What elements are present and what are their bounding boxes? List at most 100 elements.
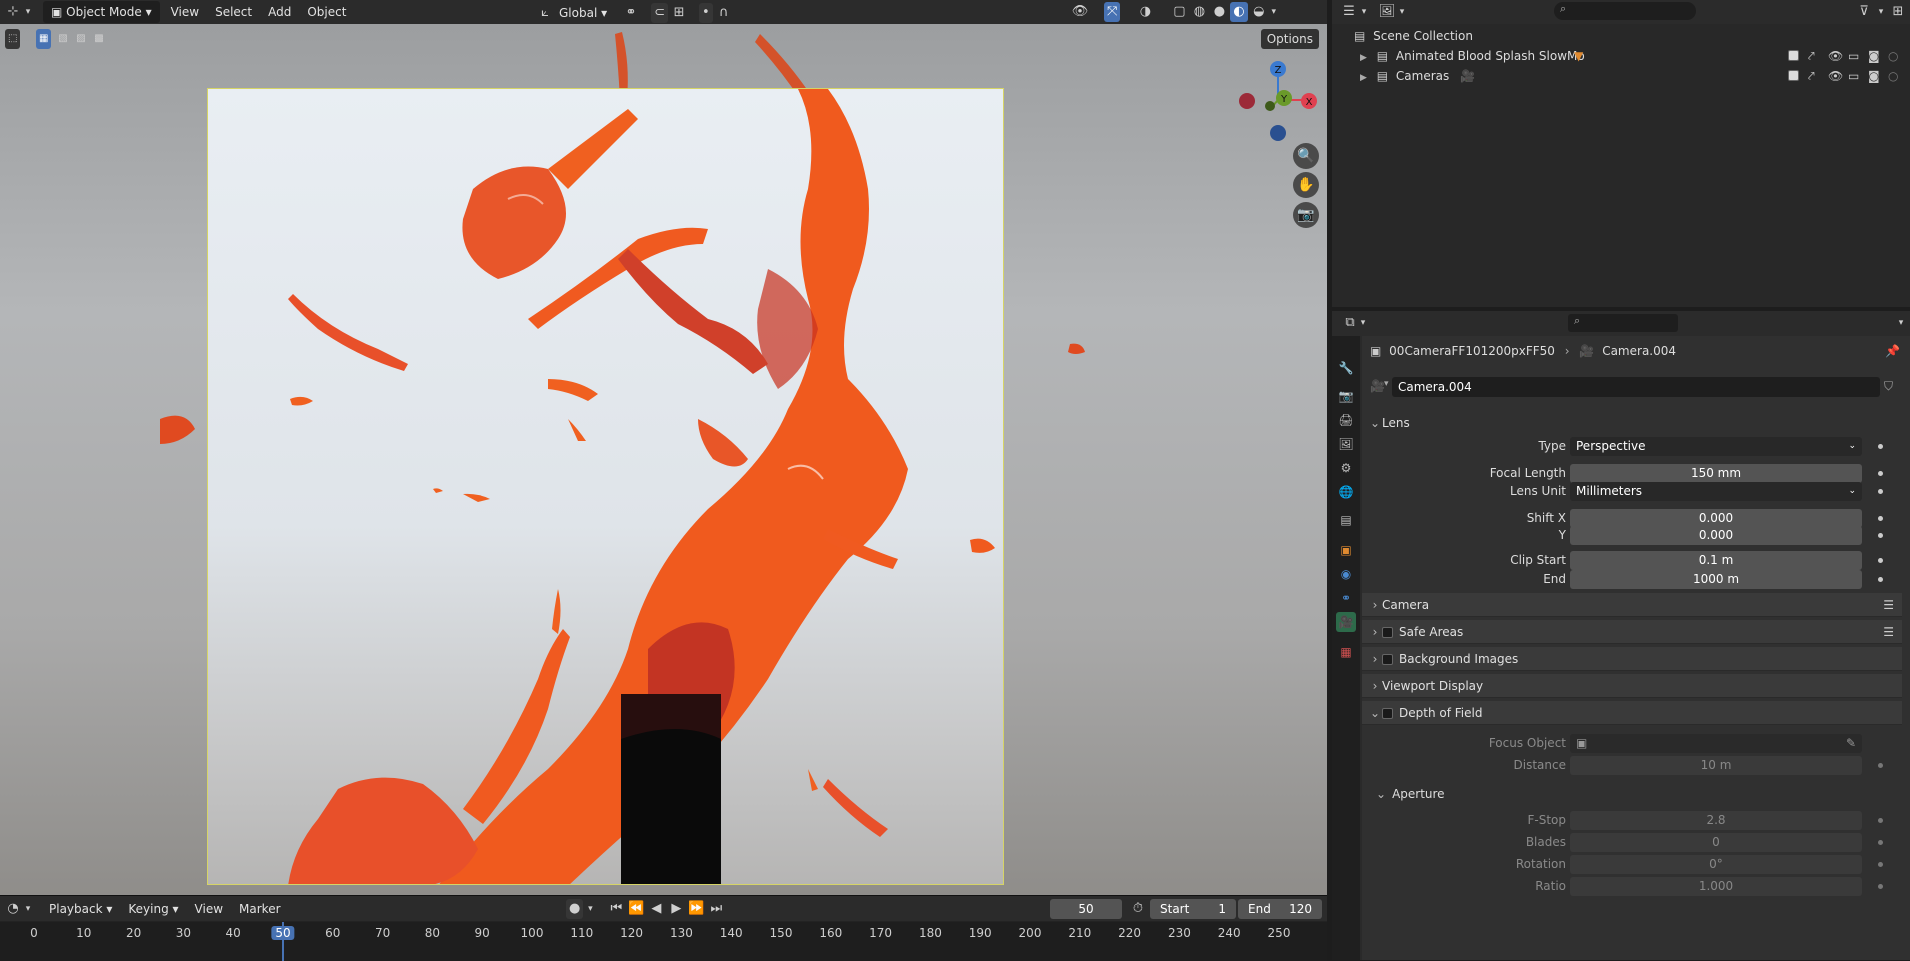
menu-add[interactable]: Add: [260, 1, 299, 23]
xray-icon[interactable]: ▢: [1169, 2, 1189, 22]
monitor-icon[interactable]: ▭: [1848, 46, 1859, 66]
3d-viewport[interactable]: ⊹ ▾ ▣ Object Mode ▾ View Select Add Obje…: [0, 0, 1327, 895]
fstop-field[interactable]: 2.8: [1570, 811, 1862, 830]
datablock-selector[interactable]: 🎥 ▾ Camera.004 ⛉: [1366, 377, 1902, 397]
solid-shading-icon[interactable]: ●: [1209, 2, 1229, 22]
keyframe-dot[interactable]: [1878, 862, 1883, 867]
background-images-checkbox[interactable]: [1382, 654, 1393, 665]
playback-menu[interactable]: Playback ▾: [41, 898, 120, 920]
dof-checkbox[interactable]: [1382, 708, 1393, 719]
timeline-editor[interactable]: ◔ ▾ Playback ▾ Keying ▾ View Marker ● ▾ …: [0, 895, 1327, 961]
camera-data-tab-icon[interactable]: 🎥: [1336, 612, 1356, 632]
eyedropper-icon[interactable]: ✎: [1846, 734, 1856, 753]
outliner-row-scene-collection[interactable]: ▤ Scene Collection: [1332, 26, 1910, 46]
keyframe-dot[interactable]: [1878, 884, 1883, 889]
keyframe-dot[interactable]: [1878, 471, 1883, 476]
render-tab-icon[interactable]: 📷: [1336, 386, 1356, 406]
keyframe-dot[interactable]: [1878, 577, 1883, 582]
camera-view-icon[interactable]: 📷: [1293, 202, 1319, 228]
keyframe-dot[interactable]: [1878, 840, 1883, 845]
pan-hand-icon[interactable]: ✋: [1293, 172, 1319, 198]
presets-list-icon[interactable]: ☰: [1883, 620, 1894, 644]
output-tab-icon[interactable]: 🖨: [1336, 410, 1356, 430]
chevron-down-icon[interactable]: ▾: [584, 899, 596, 919]
timeline-editor-icon[interactable]: ◔: [3, 899, 23, 919]
menu-object[interactable]: Object: [299, 1, 354, 23]
physics-tab-icon[interactable]: ◉: [1336, 564, 1356, 584]
render-camera-icon[interactable]: ◙: [1868, 46, 1880, 66]
rotation-field[interactable]: 0°: [1570, 855, 1862, 874]
outliner-search-input[interactable]: ⌕: [1554, 2, 1696, 20]
shift-y-field[interactable]: 0.000: [1570, 526, 1862, 545]
keyframe-dot[interactable]: [1878, 444, 1883, 449]
menu-select[interactable]: Select: [207, 1, 260, 23]
start-frame-field[interactable]: Start 1: [1150, 899, 1236, 919]
transform-orientation-dropdown[interactable]: Global ▾: [555, 2, 611, 24]
object-tab-icon[interactable]: ▣: [1336, 540, 1356, 560]
gizmo-toggle-icon[interactable]: ⤧: [1104, 2, 1121, 22]
distance-field[interactable]: 10 m: [1570, 756, 1862, 775]
next-keyframe-icon[interactable]: ⏩: [686, 899, 706, 919]
holdout-icon[interactable]: ○: [1888, 66, 1898, 86]
blades-field[interactable]: 0: [1570, 833, 1862, 852]
jump-end-icon[interactable]: ⏭: [706, 899, 726, 919]
camera-panel-header[interactable]: › Camera ☰: [1362, 593, 1902, 617]
safe-areas-panel-header[interactable]: › Safe Areas ☰: [1362, 620, 1902, 644]
rendered-shading-icon[interactable]: ◒: [1249, 2, 1269, 22]
zoom-icon[interactable]: 🔍: [1293, 143, 1319, 169]
play-reverse-icon[interactable]: ◀: [646, 899, 666, 919]
camera-data-icon[interactable]: 🎥: [1370, 379, 1385, 393]
properties-editor-icon[interactable]: ⧉: [1340, 313, 1360, 333]
view-layer-tab-icon[interactable]: 🖼: [1336, 434, 1356, 454]
stopwatch-icon[interactable]: ⏱: [1128, 899, 1148, 919]
properties-editor[interactable]: ⧉ ▾ ⌕ ▾ 🔧 📷 🖨 🖼 ⚙ 🌐 ▤ ▣ ◉ ⚭ 🎥 ▦ ▣ 00Came…: [1332, 311, 1910, 960]
chevron-down-icon[interactable]: ▾: [23, 899, 33, 919]
exclude-checkbox[interactable]: [1788, 50, 1799, 61]
chevron-down-icon[interactable]: ▾: [1896, 313, 1906, 333]
chevron-down-icon[interactable]: ▾: [1359, 2, 1369, 22]
chevron-down-icon[interactable]: ▾: [1876, 2, 1886, 22]
keyframe-dot[interactable]: [1878, 558, 1883, 563]
record-icon[interactable]: ●: [566, 899, 584, 919]
material-shading-icon[interactable]: ◐: [1230, 2, 1248, 22]
dof-panel-header[interactable]: ⌄ Depth of Field: [1362, 701, 1902, 725]
safe-areas-checkbox[interactable]: [1382, 627, 1393, 638]
current-frame-field[interactable]: 50: [1050, 899, 1122, 919]
lens-panel-header[interactable]: ⌄ Lens: [1362, 411, 1902, 435]
focus-object-field[interactable]: ▣ ✎: [1570, 734, 1862, 753]
outliner-editor-icon[interactable]: ☰: [1339, 2, 1359, 22]
select-arrow-icon[interactable]: ⤤: [1808, 46, 1815, 66]
chevron-down-icon[interactable]: ▾: [1397, 2, 1407, 22]
chevron-down-icon[interactable]: ▾: [1358, 313, 1368, 333]
datablock-name-field[interactable]: Camera.004: [1392, 377, 1880, 397]
holdout-icon[interactable]: ○: [1888, 46, 1898, 66]
keying-menu[interactable]: Keying ▾: [120, 898, 186, 920]
pivot-icon[interactable]: ⚭: [621, 3, 641, 23]
keyframe-dot[interactable]: [1878, 818, 1883, 823]
monitor-icon[interactable]: ▭: [1848, 66, 1859, 86]
chevron-down-icon[interactable]: ▾: [23, 2, 33, 22]
select-arrow-icon[interactable]: ⤤: [1808, 66, 1815, 86]
lens-unit-dropdown[interactable]: Millimeters ⌄: [1570, 482, 1862, 501]
collection-tab-icon[interactable]: ▤: [1336, 510, 1356, 530]
viewport-display-panel-header[interactable]: › Viewport Display: [1362, 674, 1902, 698]
end-frame-field[interactable]: End 120: [1238, 899, 1322, 919]
timeline-view-menu[interactable]: View: [187, 898, 231, 920]
texture-tab-icon[interactable]: ▦: [1336, 642, 1356, 662]
falloff-icon[interactable]: ∩: [714, 3, 734, 23]
proportional-edit-icon[interactable]: •: [699, 3, 713, 23]
prev-keyframe-icon[interactable]: ⏪: [626, 899, 646, 919]
ratio-field[interactable]: 1.000: [1570, 877, 1862, 896]
play-icon[interactable]: ▶: [666, 899, 686, 919]
marker-menu[interactable]: Marker: [231, 898, 288, 920]
chevron-down-icon[interactable]: ▾: [1384, 379, 1389, 389]
chevron-down-icon[interactable]: ▾: [1269, 2, 1279, 22]
keyframe-dot[interactable]: [1878, 516, 1883, 521]
snap-toggle-icon[interactable]: ⊂: [651, 3, 669, 23]
keyframe-dot[interactable]: [1878, 763, 1883, 768]
properties-search-input[interactable]: ⌕: [1568, 314, 1678, 332]
clip-start-field[interactable]: 0.1 m: [1570, 551, 1862, 570]
new-collection-icon[interactable]: ⊞: [1888, 2, 1908, 22]
expand-arrow-icon[interactable]: ▶: [1360, 73, 1367, 83]
menu-view[interactable]: View: [163, 1, 207, 23]
